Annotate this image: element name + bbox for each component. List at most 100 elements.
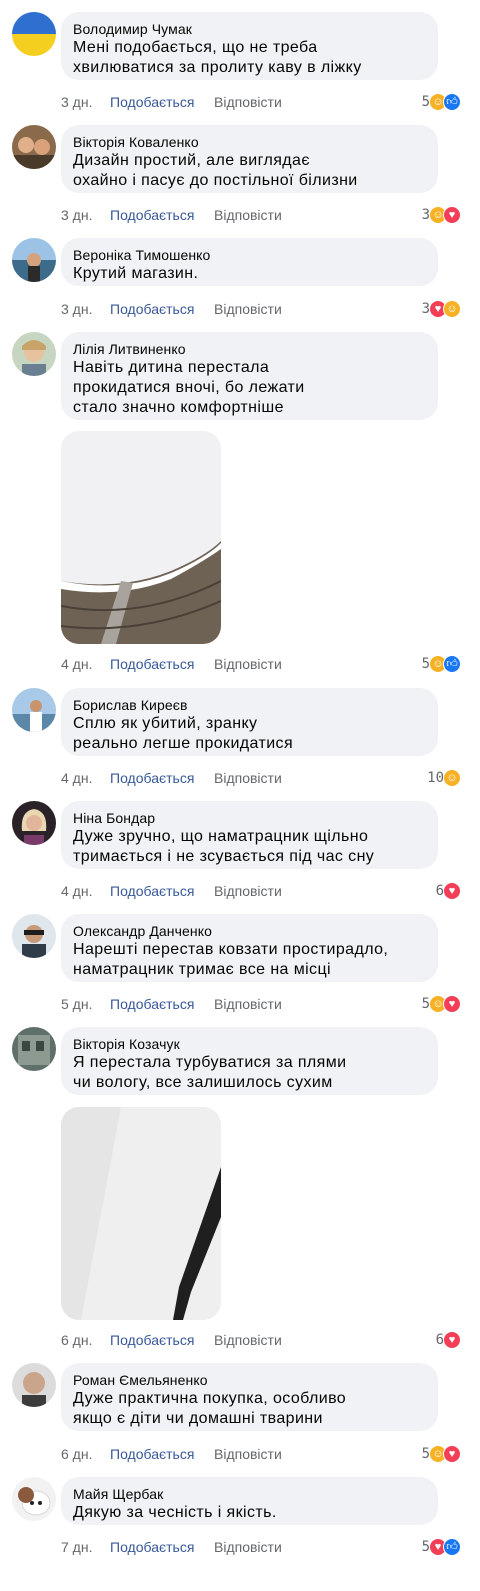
comment-bubble: Олександр Данченко Нарешті перестав ковз… xyxy=(61,914,438,982)
comment-time[interactable]: 3 дн. xyxy=(61,92,92,112)
avatar[interactable] xyxy=(12,12,56,56)
comment-actions: 3 дн. Подобається Відповісти 5 ☺ 👍︎ xyxy=(61,92,461,112)
comment-actions: 3 дн. Подобається Відповісти 3 ♥ ☺ xyxy=(61,299,461,319)
avatar[interactable] xyxy=(12,914,56,958)
comment-time[interactable]: 7 дн. xyxy=(61,1537,92,1557)
comment-actions: 4 дн. Подобається Відповісти 6 ♥ xyxy=(61,881,461,901)
reactions-summary[interactable]: 3 ☺ ♥ xyxy=(422,205,461,225)
avatar[interactable] xyxy=(12,125,56,169)
comment-time[interactable]: 4 дн. xyxy=(61,654,92,674)
comment-text: Мені подобається, що не треба хвилюватис… xyxy=(73,39,362,76)
like-button[interactable]: Подобається xyxy=(110,654,194,674)
comment-author[interactable]: Майя Щербак xyxy=(73,1485,426,1503)
comment-text: Дякую за чесність і якість. xyxy=(73,1504,277,1521)
comment-time[interactable]: 3 дн. xyxy=(61,205,92,225)
avatar[interactable] xyxy=(12,1027,56,1071)
comment-author[interactable]: Лілія Литвиненко xyxy=(73,340,426,358)
avatar[interactable] xyxy=(12,332,56,376)
comment-time[interactable]: 4 дн. xyxy=(61,881,92,901)
comment-actions: 6 дн. Подобається Відповісти 6 ♥ xyxy=(61,1330,461,1350)
comment-time[interactable]: 5 дн. xyxy=(61,994,92,1014)
reactions-summary[interactable]: 6 ♥ xyxy=(436,881,461,901)
comment-photo[interactable] xyxy=(61,431,221,644)
like-button[interactable]: Подобається xyxy=(110,1444,194,1464)
like-button[interactable]: Подобається xyxy=(110,768,194,788)
reply-button[interactable]: Відповісти xyxy=(214,768,282,788)
comment-bubble: Вікторія Козачук Я перестала турбуватися… xyxy=(61,1027,438,1095)
comment-bubble: Ніна Бондар Дуже зручно, що наматрацник … xyxy=(61,801,438,869)
reactions-summary[interactable]: 6 ♥ xyxy=(436,1330,461,1350)
comment-text: Сплю як убитий, зранку реально легше про… xyxy=(73,715,294,752)
like-reaction-icon: 👍︎ xyxy=(443,655,461,673)
reactions-summary[interactable]: 5 ☺ ♥ xyxy=(422,1444,461,1464)
comment-bubble: Борислав Киреєв Сплю як убитий, зранку р… xyxy=(61,688,438,756)
reply-button[interactable]: Відповісти xyxy=(214,1330,282,1350)
like-button[interactable]: Подобається xyxy=(110,92,194,112)
comment-text: Дуже практична покупка, особливо якщо є … xyxy=(73,1390,347,1427)
reply-button[interactable]: Відповісти xyxy=(214,205,282,225)
love-reaction-icon: ♥ xyxy=(443,1445,461,1463)
comment-bubble: Володимир Чумак Мені подобається, що не … xyxy=(61,12,438,80)
comment-actions: 6 дн. Подобається Відповісти 5 ☺ ♥ xyxy=(61,1444,461,1464)
comment-actions: 7 дн. Подобається Відповісти 5 ♥ 👍︎ xyxy=(61,1537,461,1557)
reactions-summary[interactable]: 10 ☺ xyxy=(427,768,461,788)
comment-bubble: Вероніка Тимошенко Крутий магазин. xyxy=(61,238,438,286)
comment-time[interactable]: 4 дн. xyxy=(61,768,92,788)
avatar[interactable] xyxy=(12,688,56,732)
comment-author[interactable]: Роман Ємельяненко xyxy=(73,1371,426,1389)
comment-author[interactable]: Олександр Данченко xyxy=(73,922,426,940)
comment-author[interactable]: Борислав Киреєв xyxy=(73,696,426,714)
comment-bubble: Вікторія Коваленко Дизайн простий, але в… xyxy=(61,125,438,193)
avatar[interactable] xyxy=(12,1477,56,1521)
comment-text: Дуже зручно, що наматрацник щільно трима… xyxy=(73,828,375,865)
comment-author[interactable]: Вікторія Коваленко xyxy=(73,133,426,151)
comment-time[interactable]: 6 дн. xyxy=(61,1330,92,1350)
like-button[interactable]: Подобається xyxy=(110,1537,194,1557)
reply-button[interactable]: Відповісти xyxy=(214,299,282,319)
like-button[interactable]: Подобається xyxy=(110,881,194,901)
avatar[interactable] xyxy=(12,1363,56,1407)
avatar[interactable] xyxy=(12,801,56,845)
reactions-summary[interactable]: 5 ☺ ♥ xyxy=(422,994,461,1014)
comment-text: Дизайн простий, але виглядає охайно і па… xyxy=(73,152,358,189)
comment-bubble: Роман Ємельяненко Дуже практична покупка… xyxy=(61,1363,438,1431)
love-reaction-icon: ♥ xyxy=(443,206,461,224)
like-reaction-icon: 👍︎ xyxy=(443,1538,461,1556)
like-button[interactable]: Подобається xyxy=(110,994,194,1014)
like-reaction-icon: 👍︎ xyxy=(443,93,461,111)
comment-bubble: Лілія Литвиненко Навіть дитина перестала… xyxy=(61,332,438,420)
comment-time[interactable]: 3 дн. xyxy=(61,299,92,319)
comment-time[interactable]: 6 дн. xyxy=(61,1444,92,1464)
comment-author[interactable]: Володимир Чумак xyxy=(73,20,426,38)
avatar[interactable] xyxy=(12,238,56,282)
comment-author[interactable]: Ніна Бондар xyxy=(73,809,426,827)
reaction-count: 10 xyxy=(427,770,444,786)
comment-author[interactable]: Вікторія Козачук xyxy=(73,1035,426,1053)
reactions-summary[interactable]: 5 ☺ 👍︎ xyxy=(422,654,461,674)
like-button[interactable]: Подобається xyxy=(110,1330,194,1350)
reply-button[interactable]: Відповісти xyxy=(214,994,282,1014)
love-reaction-icon: ♥ xyxy=(443,882,461,900)
reply-button[interactable]: Відповісти xyxy=(214,654,282,674)
comment-author[interactable]: Вероніка Тимошенко xyxy=(73,246,426,264)
reactions-summary[interactable]: 5 ♥ 👍︎ xyxy=(422,1537,461,1557)
care-reaction-icon: ☺ xyxy=(443,769,461,787)
reply-button[interactable]: Відповісти xyxy=(214,1537,282,1557)
love-reaction-icon: ♥ xyxy=(443,995,461,1013)
comment-actions: 4 дн. Подобається Відповісти 10 ☺ xyxy=(61,768,461,788)
reply-button[interactable]: Відповісти xyxy=(214,92,282,112)
reply-button[interactable]: Відповісти xyxy=(214,881,282,901)
comment-actions: 5 дн. Подобається Відповісти 5 ☺ ♥ xyxy=(61,994,461,1014)
comment-actions: 3 дн. Подобається Відповісти 3 ☺ ♥ xyxy=(61,205,461,225)
comment-text: Навіть дитина перестала прокидатися вноч… xyxy=(73,359,305,416)
comment-photo[interactable] xyxy=(61,1107,221,1320)
reactions-summary[interactable]: 3 ♥ ☺ xyxy=(422,299,461,319)
comment-text: Нарешті перестав ковзати простирадло, на… xyxy=(73,941,389,978)
like-button[interactable]: Подобається xyxy=(110,205,194,225)
reply-button[interactable]: Відповісти xyxy=(214,1444,282,1464)
comment-actions: 4 дн. Подобається Відповісти 5 ☺ 👍︎ xyxy=(61,654,461,674)
comment-bubble: Майя Щербак Дякую за чесність і якість. xyxy=(61,1477,438,1525)
like-button[interactable]: Подобається xyxy=(110,299,194,319)
comment-text: Крутий магазин. xyxy=(73,265,199,282)
reactions-summary[interactable]: 5 ☺ 👍︎ xyxy=(422,92,461,112)
